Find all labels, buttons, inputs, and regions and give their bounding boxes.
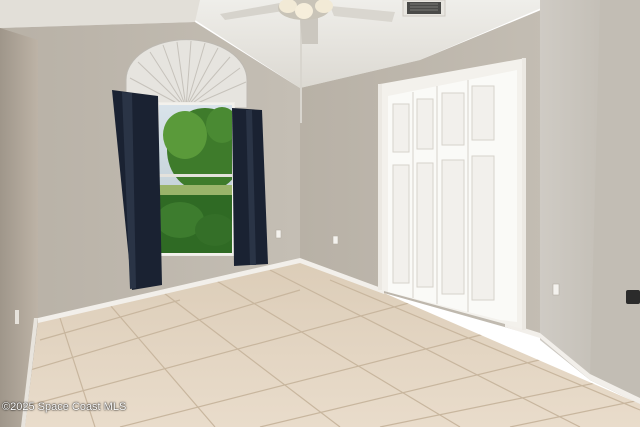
room-photo: ©2025 Space Coast MLS — [0, 0, 640, 427]
bifold-closet-doors — [378, 58, 526, 330]
outlet-right-wall — [552, 283, 560, 296]
thermostat — [626, 290, 640, 304]
watermark: ©2025 Space Coast MLS — [2, 401, 127, 413]
outlet-side-wall — [15, 310, 19, 324]
outlet-back-wall — [332, 235, 339, 245]
left-side-wall — [0, 28, 38, 427]
air-vent — [402, 0, 446, 17]
window — [156, 102, 235, 256]
room-illustration — [0, 0, 640, 427]
outlet-left-wall — [275, 229, 282, 239]
